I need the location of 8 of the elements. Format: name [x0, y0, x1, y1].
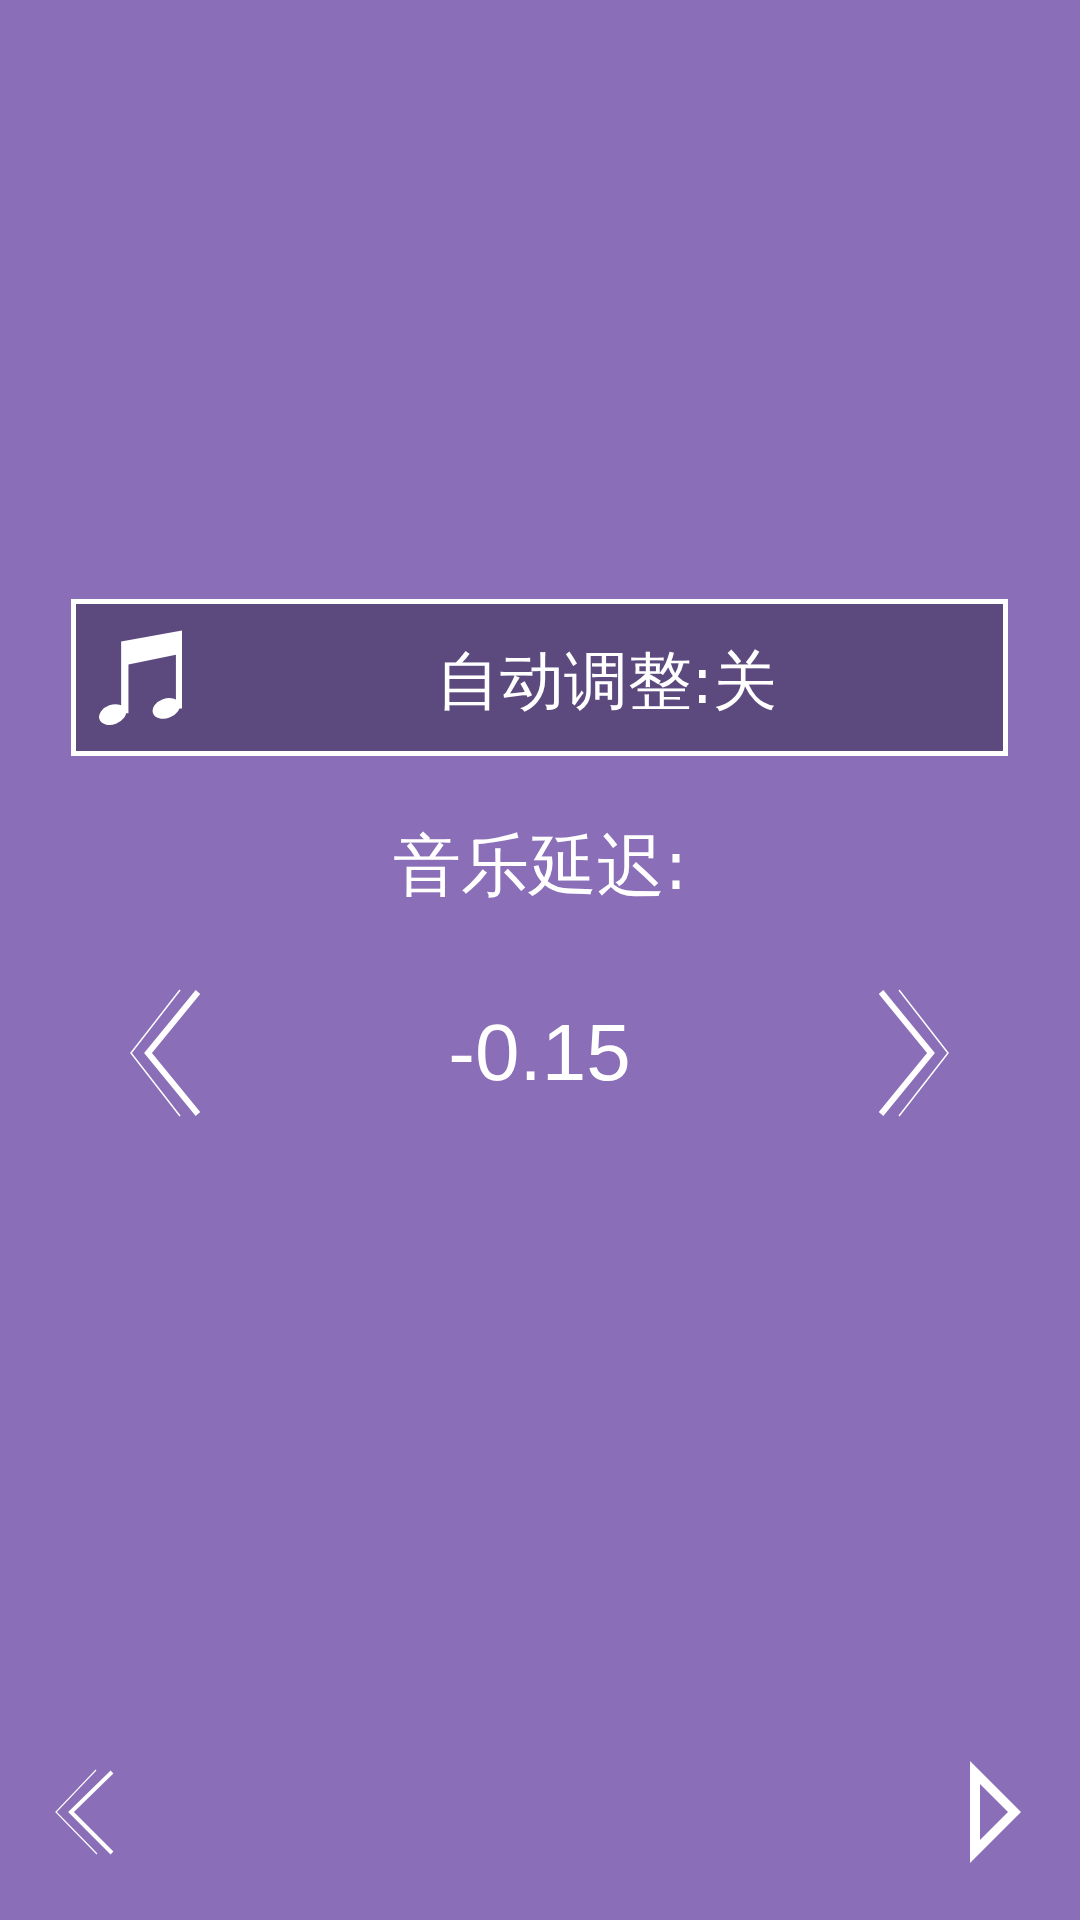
music-note-icon — [97, 629, 182, 726]
double-chevron-left-icon[interactable] — [129, 989, 200, 1117]
double-chevron-left-icon[interactable] — [55, 1768, 115, 1856]
double-chevron-right-icon[interactable] — [879, 989, 950, 1117]
play-icon[interactable] — [970, 1761, 1021, 1863]
delay-value: -0.15 — [448, 1013, 631, 1093]
delay-label: 音乐延迟: — [392, 832, 688, 900]
auto-adjust-button[interactable]: 自动调整:关 — [70, 599, 1008, 756]
